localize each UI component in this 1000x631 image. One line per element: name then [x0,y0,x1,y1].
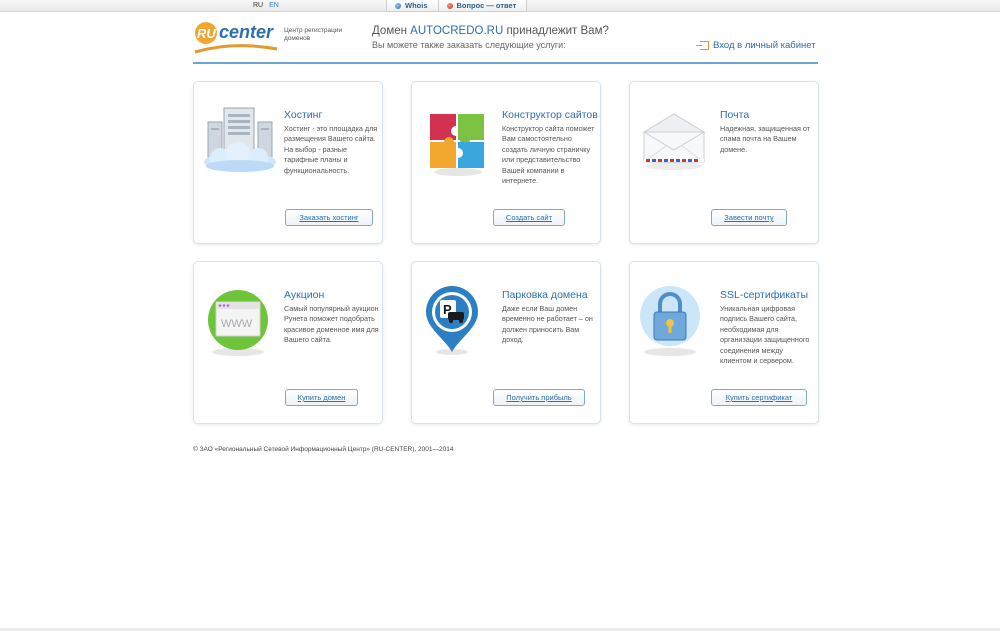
language-switch: RU EN [253,2,279,9]
whois-globe-icon [395,2,401,9]
card-mail-title: Почта [720,109,750,121]
card-mail: Почта Надежная, защищенная от спама почт… [629,81,819,244]
login-label: Вход в личный кабинет [713,40,816,51]
envelope-icon [642,113,706,170]
card-ssl-title: SSL-сертификаты [720,289,809,301]
footer-copyright: © ЗАО «Региональный Сетевой Информационн… [193,446,454,453]
server-cloud-icon [204,107,276,172]
parking-pin-icon: P [426,286,478,355]
domain-question: Домен AUTOCREDO.RU принадлежит Вам? [372,25,609,37]
ru-center-logo[interactable]: RU center [193,19,283,59]
tab-question-answer[interactable]: Вопрос — ответ [437,0,528,12]
buy-certificate-button[interactable]: Купить сертификат [711,389,807,406]
card-site-builder-text: Конструктор сайта поможет Вам самостояте… [502,124,595,186]
top-tabs: Whois Вопрос — ответ [386,0,528,12]
card-site-builder-title: Конструктор сайтов [502,109,598,121]
card-hosting: Хостинг Хостинг - это площадка для разме… [193,81,383,244]
card-hosting-text: Хостинг - это площадка для размещения Ва… [284,124,378,175]
lang-ru[interactable]: RU [253,2,263,9]
card-auction-title: Аукцион [284,289,325,301]
padlock-icon [640,286,700,356]
domain-name: AUTOCREDO.RU [410,25,504,37]
card-parking-title: Парковка домена [502,289,588,301]
services-subtitle: Вы можете также заказать следующие услуг… [372,40,566,50]
tab-whois-label: Whois [405,0,428,10]
logo-text: center [219,22,274,42]
card-mail-text: Надежная, защищенная от спама почта на В… [720,124,810,154]
card-parking: P Парковка домена Даже если Ваш домен вр… [411,261,601,424]
card-parking-text: Даже если Ваш домен временно не работает… [502,304,593,345]
card-auction: WWW Аукцион Самый популярный аукцион Рун… [193,261,383,424]
order-hosting-button[interactable]: Заказать хостинг [285,209,373,226]
question-answer-icon [446,2,453,9]
lang-en[interactable]: EN [269,2,279,9]
card-hosting-title: Хостинг [284,109,323,121]
card-auction-text: Самый популярный аукцион Рунета поможет … [284,304,379,345]
create-mail-button[interactable]: Завести почту [711,209,787,226]
tab-question-answer-label: Вопрос — ответ [456,0,517,10]
card-ssl-text: Уникальная цифровая подпись Вашего сайта… [720,304,810,366]
logo-subtitle: Центр регистрации доменов [284,27,343,42]
tab-whois[interactable]: Whois [386,0,439,12]
logo-mark: RU [197,26,216,41]
login-arrow-icon [696,41,709,50]
create-site-button[interactable]: Создать сайт [493,209,565,226]
get-profit-button[interactable]: Получить прибыль [493,389,585,406]
puzzle-icon [430,114,484,176]
buy-domain-button[interactable]: Купить домен [285,389,358,406]
domain-prefix: Домен [372,25,411,37]
card-ssl: SSL-сертификаты Уникальная цифровая подп… [629,261,819,424]
card-site-builder: Конструктор сайтов Конструктор сайта пом… [411,81,601,244]
svg-text:WWW: WWW [221,318,253,330]
login-link[interactable]: Вход в личный кабинет [696,40,816,51]
www-browser-icon: WWW [208,290,268,356]
header-divider [193,62,818,64]
domain-suffix: принадлежит Вам? [503,25,609,37]
